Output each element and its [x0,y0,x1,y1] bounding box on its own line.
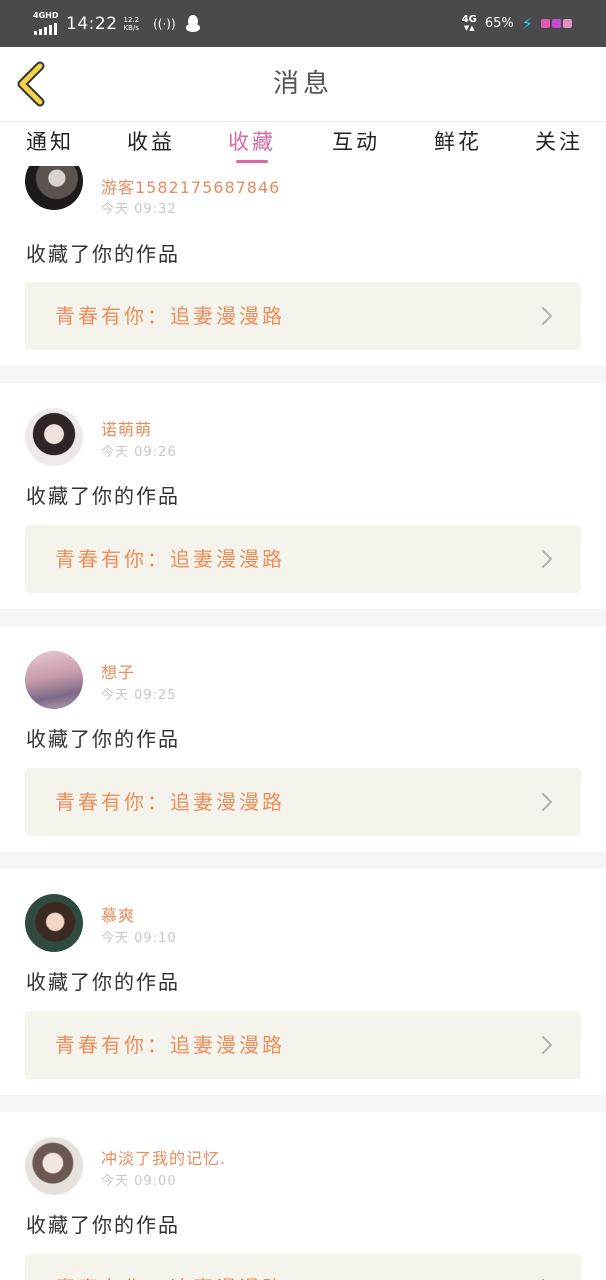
work-link[interactable]: 青春有你：追妻漫漫路 [25,1254,581,1280]
message-card: 慕爽 今天 09:10 收藏了你的作品 青春有你：追妻漫漫路 [0,869,606,1095]
status-bar: 4GHD 14:22 12.2 KB/s ((·)) 4G ▼▲ 65% ⚡ [0,0,606,47]
tab-interactions[interactable]: 互动 [332,122,380,166]
active-tab-indicator [236,160,268,163]
message-time: 今天 09:26 [101,445,177,460]
card-divider [0,1095,606,1112]
header-bar: 消息 [0,47,606,122]
chevron-right-icon [541,1035,553,1055]
tab-bar: 通知 收益 收藏 互动 鲜花 关注 [0,122,606,166]
work-link[interactable]: 青春有你：追妻漫漫路 [25,1011,581,1079]
data-arrows-icon: ▼▲ [463,23,475,32]
action-text: 收藏了你的作品 [26,484,180,508]
message-time: 今天 09:00 [101,1174,177,1189]
card-divider [0,366,606,383]
page-title: 消息 [272,69,333,99]
work-title: 青春有你：追妻漫漫路 [55,304,285,328]
clock: 14:22 [66,13,118,34]
chevron-right-icon [541,549,553,569]
username[interactable]: 游客15821756​87846 [101,174,280,198]
network-speed-unit: KB/s [123,23,139,32]
message-card: 诺萌萌 今天 09:26 收藏了你的作品 青春有你：追妻漫漫路 [0,383,606,609]
work-link[interactable]: 青春有你：追妻漫漫路 [25,525,581,593]
message-time: 今天 09:25 [101,688,177,703]
tab-earnings[interactable]: 收益 [127,122,175,166]
decoration-icons [541,19,572,28]
work-title: 青春有你：追妻漫漫路 [55,1033,285,1057]
message-time: 今天 09:10 [101,931,177,946]
work-title: 青春有你：追妻漫漫路 [55,547,285,571]
work-title: 青春有你：追妻漫漫路 [55,1254,285,1280]
action-text: 收藏了你的作品 [26,1213,180,1237]
username[interactable]: 冲淡了我的记忆. [101,1145,226,1169]
username[interactable]: 慕爽 [101,902,135,926]
avatar[interactable] [25,166,83,210]
mobile-data-label: 4G [461,13,477,25]
chevron-right-icon [541,306,553,326]
action-text: 收藏了你的作品 [26,242,180,266]
hotspot-icon: ((·)) [153,16,176,31]
username[interactable]: 想子 [101,659,135,683]
action-text: 收藏了你的作品 [26,727,180,751]
tab-following[interactable]: 关注 [535,122,583,166]
message-card: 想子 今天 09:25 收藏了你的作品 青春有你：追妻漫漫路 [0,626,606,852]
card-divider [0,609,606,626]
network-type-label: 4GHD [33,10,59,20]
tab-notifications[interactable]: 通知 [26,122,74,166]
network-speed: 12.2 KB/s [124,16,140,32]
message-card: 冲淡了我的记忆. 今天 09:00 收藏了你的作品 青春有你：追妻漫漫路 [0,1112,606,1280]
message-time: 今天 09:32 [101,202,177,217]
card-divider [0,852,606,869]
message-card: 游客15821756​87846 今天 09:32 收藏了你的作品 青春有你：追… [0,166,606,366]
username[interactable]: 诺萌萌 [101,416,152,440]
bolt-icon: ⚡ [521,14,533,33]
avatar[interactable] [25,651,83,709]
message-list[interactable]: 游客15821756​87846 今天 09:32 收藏了你的作品 青春有你：追… [0,166,606,1280]
avatar[interactable] [25,1137,83,1195]
chevron-right-icon [541,792,553,812]
cellular-signal-icon: 4GHD [32,11,60,37]
work-link[interactable]: 青春有你：追妻漫漫路 [25,768,581,836]
avatar[interactable] [25,408,83,466]
work-link[interactable]: 青春有你：追妻漫漫路 [25,282,581,350]
network-speed-value: 12.2 [123,15,140,24]
action-text: 收藏了你的作品 [26,970,180,994]
work-title: 青春有你：追妻漫漫路 [55,790,285,814]
battery-percentage: 65% [484,16,514,31]
avatar[interactable] [25,894,83,952]
tab-flowers[interactable]: 鲜花 [434,122,482,166]
mobile-data-icon: 4G ▼▲ [461,13,477,33]
qq-penguin-icon [185,14,200,33]
